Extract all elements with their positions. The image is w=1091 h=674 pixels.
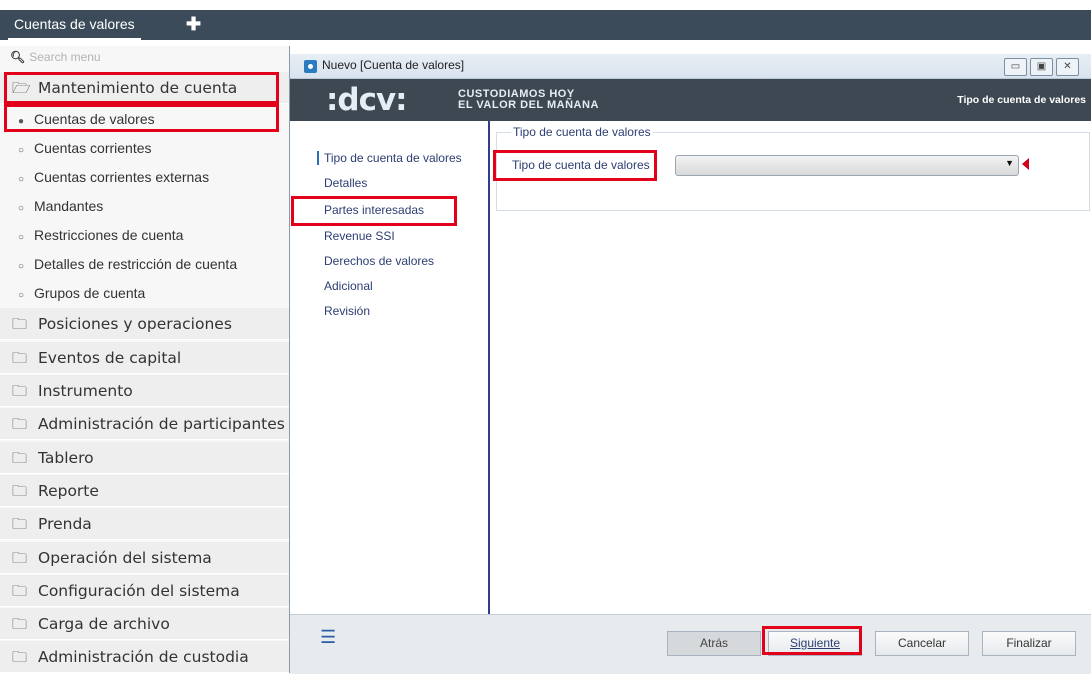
step-revision[interactable]: Revisión	[324, 304, 370, 318]
next-button[interactable]: Siguiente	[768, 631, 862, 656]
dcv-logo: :dcv:	[326, 82, 408, 118]
section-posiciones-y-operaciones[interactable]: 🗀 Posiciones y operaciones	[0, 308, 289, 340]
section-label: Tablero	[38, 449, 94, 467]
folder-icon: 🗀	[12, 648, 28, 666]
bullet-open-icon: ○	[18, 232, 25, 243]
folder-icon: 🗀	[12, 449, 28, 467]
section-prenda[interactable]: 🗀 Prenda	[0, 508, 289, 540]
bullet-open-icon: ○	[18, 145, 25, 156]
app-icon	[304, 60, 317, 73]
folder-icon: 🗀	[12, 382, 28, 400]
section-label: Eventos de capital	[38, 349, 182, 367]
section-label: Prenda	[38, 515, 92, 533]
section-label: Instrumento	[38, 382, 133, 400]
chevron-down-icon: ▼	[1005, 158, 1014, 168]
banner-section-title: Tipo de cuenta de valores	[957, 94, 1086, 106]
step-revenue-ssi[interactable]: Revenue SSI	[324, 229, 395, 243]
bullet-open-icon: ○	[18, 174, 25, 185]
section-label: Mantenimiento de cuenta	[38, 79, 238, 97]
tagline-line-2: EL VALOR DEL MAÑANA	[458, 99, 599, 111]
sidebar-item-mandantes[interactable]: ○ Mandantes	[0, 192, 289, 221]
step-derechos-de-valores[interactable]: Derechos de valores	[324, 254, 434, 268]
tab-cuentas-de-valores[interactable]: Cuentas de valores	[8, 10, 141, 40]
section-label: Administración de custodia	[38, 648, 249, 666]
sidebar-item-label: Mandantes	[34, 198, 104, 214]
section-label: Carga de archivo	[38, 615, 170, 633]
folder-icon: 🗀	[12, 415, 28, 433]
bullet-open-icon: ○	[18, 203, 25, 214]
section-carga-de-archivo[interactable]: 🗀 Carga de archivo	[0, 608, 289, 640]
sidebar-item-label: Cuentas de valores	[34, 111, 155, 127]
form-content: Tipo de cuenta de valores Tipo de cuenta…	[490, 121, 1091, 614]
top-tab-bar: Cuentas de valores ✚	[0, 10, 1091, 40]
sidebar-item-label: Cuentas corrientes	[34, 140, 152, 156]
section-operacion-del-sistema[interactable]: 🗀 Operación del sistema	[0, 542, 289, 574]
section-label: Operación del sistema	[38, 549, 212, 567]
wizard-footer: ☰ Atrás Siguiente Cancelar Finalizar	[290, 614, 1091, 674]
section-label: Posiciones y operaciones	[38, 315, 232, 333]
sidebar-item-cuentas-de-valores[interactable]: ● Cuentas de valores	[0, 105, 289, 134]
section-instrumento[interactable]: 🗀 Instrumento	[0, 375, 289, 407]
step-adicional[interactable]: Adicional	[324, 279, 373, 293]
section-eventos-de-capital[interactable]: 🗀 Eventos de capital	[0, 342, 289, 374]
tipo-de-cuenta-select[interactable]: ▼	[675, 155, 1019, 176]
bullet-filled-icon: ●	[18, 116, 25, 127]
bullet-open-icon: ○	[18, 290, 25, 301]
sidebar-item-cuentas-corrientes-externas[interactable]: ○ Cuentas corrientes externas	[0, 163, 289, 192]
window-title: Nuevo [Cuenta de valores]	[322, 58, 465, 72]
bullet-open-icon: ○	[18, 261, 25, 272]
new-account-window: Nuevo [Cuenta de valores] ▭ ▣ ✕ :dcv: CU…	[289, 46, 1091, 674]
section-administracion-de-custodia[interactable]: 🗀 Administración de custodia	[0, 641, 289, 673]
minimize-icon[interactable]: ▭	[1004, 58, 1027, 76]
folder-icon: 🗀	[12, 349, 28, 367]
menu-icon[interactable]: ☰	[320, 627, 336, 648]
sidebar-item-label: Restricciones de cuenta	[34, 227, 184, 243]
field-label-tipo-de-cuenta: Tipo de cuenta de valores	[512, 158, 650, 172]
step-detalles[interactable]: Detalles	[324, 176, 367, 190]
section-configuracion-del-sistema[interactable]: 🗀 Configuración del sistema	[0, 575, 289, 607]
folder-icon: 🗀	[12, 615, 28, 633]
section-label: Reporte	[38, 482, 99, 500]
section-mantenimiento-de-cuenta[interactable]: 🗁 Mantenimiento de cuenta	[0, 72, 289, 104]
plus-icon[interactable]: ✚	[186, 12, 201, 36]
sidebar-item-label: Detalles de restricción de cuenta	[34, 256, 238, 272]
section-administracion-de-participantes[interactable]: 🗀 Administración de participantes	[0, 408, 289, 440]
section-label: Configuración del sistema	[38, 582, 240, 600]
wizard-steps: Tipo de cuenta de valores Detalles Parte…	[290, 121, 490, 614]
section-reporte[interactable]: 🗀 Reporte	[0, 475, 289, 507]
sidebar-item-detalles-de-restriccion[interactable]: ○ Detalles de restricción de cuenta	[0, 250, 289, 279]
search-icon: 🔍︎	[10, 50, 26, 64]
folder-icon: 🗀	[12, 549, 28, 567]
finish-button[interactable]: Finalizar	[982, 631, 1076, 656]
folder-icon: 🗀	[12, 315, 28, 333]
step-tipo-de-cuenta[interactable]: Tipo de cuenta de valores	[317, 151, 462, 165]
tagline: CUSTODIAMOS HOY EL VALOR DEL MAÑANA	[458, 89, 599, 111]
section-tablero[interactable]: 🗀 Tablero	[0, 442, 289, 474]
step-partes-interesadas[interactable]: Partes interesadas	[324, 203, 424, 217]
folder-icon: 🗀	[12, 515, 28, 533]
sidebar-item-label: Cuentas corrientes externas	[34, 169, 210, 185]
back-button[interactable]: Atrás	[667, 631, 761, 656]
cancel-button[interactable]: Cancelar	[875, 631, 969, 656]
folder-open-icon: 🗁	[12, 79, 31, 97]
close-icon[interactable]: ✕	[1056, 58, 1079, 76]
search-menu[interactable]: 🔍︎ Search menu	[10, 50, 101, 68]
sidebar-item-label: Grupos de cuenta	[34, 285, 146, 301]
maximize-icon[interactable]: ▣	[1030, 58, 1053, 76]
sidebar-item-cuentas-corrientes[interactable]: ○ Cuentas corrientes	[0, 134, 289, 163]
sidebar-menu: 🔍︎ Search menu 🗁 Mantenimiento de cuenta ●…	[0, 46, 289, 673]
required-marker-icon	[1022, 158, 1029, 170]
folder-icon: 🗀	[12, 482, 28, 500]
fieldset-legend: Tipo de cuenta de valores	[511, 125, 653, 139]
brand-banner: :dcv: CUSTODIAMOS HOY EL VALOR DEL MAÑAN…	[290, 79, 1091, 121]
folder-icon: 🗀	[12, 582, 28, 600]
window-titlebar: Nuevo [Cuenta de valores] ▭ ▣ ✕	[290, 54, 1091, 79]
search-input[interactable]: Search menu	[29, 50, 100, 64]
section-label: Administración de participantes	[38, 415, 285, 433]
sidebar-item-restricciones-de-cuenta[interactable]: ○ Restricciones de cuenta	[0, 221, 289, 250]
sidebar-item-grupos-de-cuenta[interactable]: ○ Grupos de cuenta	[0, 279, 289, 308]
